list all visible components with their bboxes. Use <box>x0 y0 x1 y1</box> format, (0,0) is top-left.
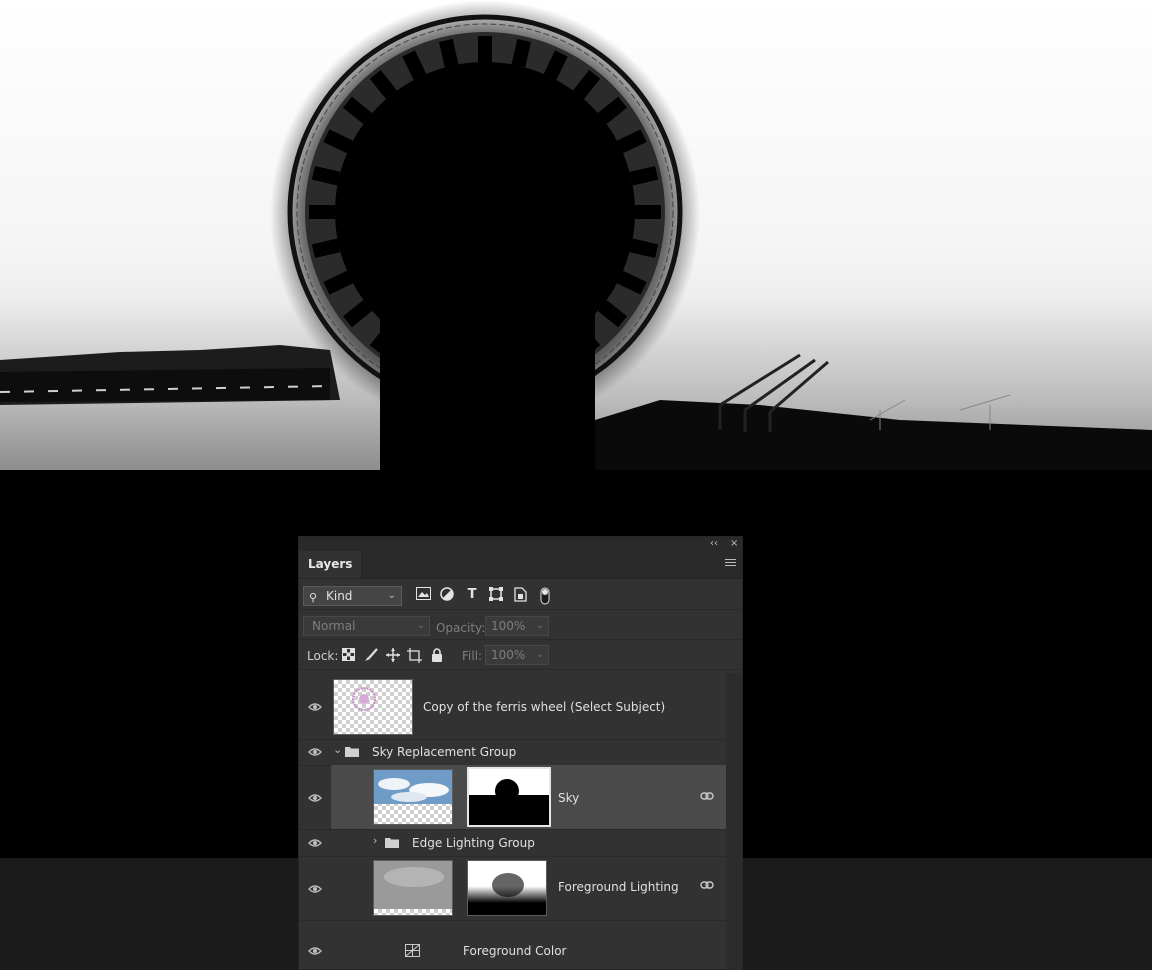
panel-menu-icon[interactable] <box>725 559 736 568</box>
lock-artboard-icon[interactable] <box>407 648 422 663</box>
folder-icon <box>345 747 359 757</box>
chevron-down-icon: ⌄ <box>387 590 396 601</box>
layer-name[interactable]: Sky <box>558 791 579 805</box>
fill-field[interactable]: 100% ⌄ <box>485 645 549 665</box>
layer-mask-thumbnail[interactable] <box>467 767 551 827</box>
lock-label: Lock: <box>307 649 339 663</box>
visibility-eye-icon[interactable] <box>308 946 322 956</box>
panel-tab-row: Layers <box>299 551 742 579</box>
layer-name[interactable]: Foreground Color <box>463 944 566 958</box>
layer-thumbnail <box>373 769 453 825</box>
layer-thumbnail <box>373 860 453 916</box>
opacity-field[interactable]: 100% ⌄ <box>485 616 549 636</box>
blend-mode-select[interactable]: Normal ⌄ <box>303 616 430 636</box>
adjustment-layer-icon <box>405 944 420 957</box>
chevron-down-icon: ⌄ <box>535 649 544 660</box>
visibility-eye-icon[interactable] <box>308 838 322 848</box>
visibility-eye-icon[interactable] <box>308 793 322 803</box>
lock-image-pixels-icon[interactable] <box>363 648 378 663</box>
tab-layers[interactable]: Layers <box>299 551 363 578</box>
layers-panel: ‹‹ × Layers ⚲ Kind ⌄ T Normal ⌄ Opacity:… <box>298 536 743 970</box>
layers-list: Copy of the ferris wheel (Select Subject… <box>299 673 726 969</box>
visibility-eye-icon[interactable] <box>308 747 322 757</box>
layer-thumbnail <box>333 679 413 735</box>
layer-name[interactable]: Sky Replacement Group <box>372 745 516 759</box>
layer-row-edge-lighting-group[interactable]: › Edge Lighting Group <box>299 829 726 857</box>
layer-row-foreground-lighting[interactable]: Foreground Lighting <box>299 856 726 921</box>
chevron-right-icon[interactable]: › <box>373 834 377 847</box>
wheel-gondola <box>309 205 335 219</box>
blend-mode-value: Normal <box>312 619 356 633</box>
visibility-eye-icon[interactable] <box>308 702 322 712</box>
collapse-panel-button[interactable]: ‹‹ <box>710 537 718 551</box>
layer-row-foreground-color[interactable]: Foreground Color <box>299 920 726 969</box>
layer-row-ferris-copy[interactable]: Copy of the ferris wheel (Select Subject… <box>299 673 726 740</box>
adjustment-filter-icon[interactable] <box>439 587 455 603</box>
wheel-gondola <box>478 36 492 62</box>
lock-transparent-pixels-icon[interactable] <box>341 648 356 663</box>
filter-row: ⚲ Kind ⌄ T <box>299 579 742 610</box>
layer-name[interactable]: Copy of the ferris wheel (Select Subject… <box>423 700 665 714</box>
opacity-label: Opacity: <box>436 621 486 635</box>
filter-toggle-icon[interactable] <box>537 587 553 605</box>
opacity-value: 100% <box>491 619 526 633</box>
layer-mask-thumbnail[interactable] <box>467 860 547 916</box>
close-panel-button[interactable]: × <box>730 537 738 551</box>
fill-value: 100% <box>491 648 526 662</box>
search-icon: ⚲ <box>309 591 318 604</box>
link-icon[interactable] <box>700 879 714 891</box>
smart-object-filter-icon[interactable] <box>512 587 528 603</box>
lock-row: Lock: Fill: 100% ⌄ <box>299 640 742 670</box>
kind-filter-select[interactable]: ⚲ Kind ⌄ <box>303 586 402 606</box>
shape-filter-icon[interactable] <box>488 587 504 603</box>
type-filter-icon[interactable]: T <box>464 587 480 603</box>
lock-position-icon[interactable] <box>385 648 400 663</box>
panel-title-strip: ‹‹ × <box>299 537 742 551</box>
kind-filter-label: Kind <box>326 589 353 603</box>
link-icon[interactable] <box>700 790 714 802</box>
lock-all-icon[interactable] <box>429 648 444 663</box>
fill-label: Fill: <box>462 649 483 663</box>
layer-name[interactable]: Foreground Lighting <box>558 880 679 894</box>
layer-row-sky[interactable]: Sky <box>299 765 726 830</box>
chevron-down-icon: ⌄ <box>416 620 425 631</box>
chevron-down-icon[interactable]: ⌄ <box>333 743 342 756</box>
image-filter-icon[interactable] <box>415 587 431 603</box>
chevron-down-icon: ⌄ <box>535 620 544 631</box>
layers-scrollbar[interactable] <box>726 673 742 969</box>
layer-name[interactable]: Edge Lighting Group <box>412 836 535 850</box>
blend-row: Normal ⌄ Opacity: 100% ⌄ <box>299 610 742 640</box>
visibility-eye-icon[interactable] <box>308 884 322 894</box>
layer-row-sky-replacement-group[interactable]: ⌄ Sky Replacement Group <box>299 739 726 766</box>
folder-icon <box>385 838 399 848</box>
wheel-gondola <box>635 205 661 219</box>
